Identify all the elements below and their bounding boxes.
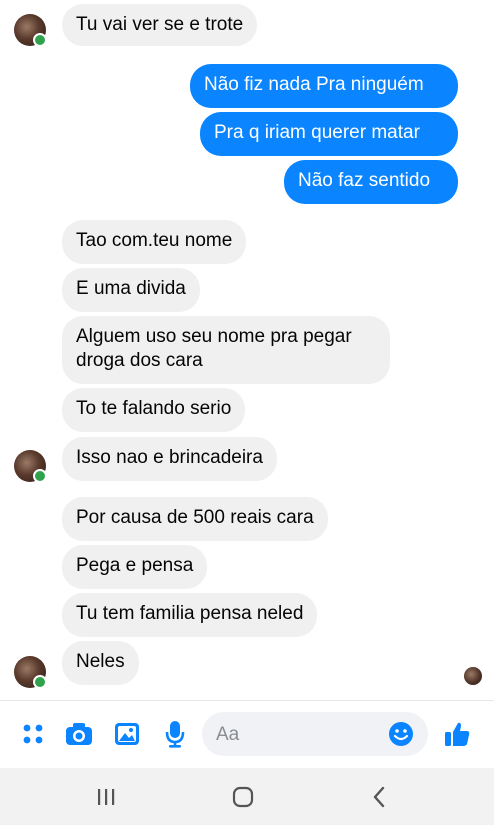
message-bubble-incoming[interactable]: Tu vai ver se e trote <box>62 4 258 46</box>
contact-avatar[interactable] <box>14 450 47 483</box>
message-bubble-incoming[interactable]: Neles <box>62 641 139 685</box>
message-bubble-incoming[interactable]: Alguem uso seu nome pra pegar droga dos … <box>62 316 390 384</box>
contact-avatar[interactable] <box>14 14 47 47</box>
back-icon[interactable] <box>364 784 394 810</box>
camera-icon[interactable] <box>62 717 96 751</box>
emoji-icon[interactable] <box>384 717 418 751</box>
like-icon[interactable] <box>440 717 474 751</box>
home-icon[interactable] <box>228 784 258 810</box>
message-bubble-outgoing[interactable]: Não fiz nada Pra ninguém <box>190 64 458 108</box>
gallery-icon[interactable] <box>110 717 144 751</box>
contact-avatar[interactable] <box>14 656 47 689</box>
message-input-placeholder: Aa <box>216 724 240 745</box>
message-bubble-incoming[interactable]: Tao com.teu nome <box>62 220 247 264</box>
android-navigation-bar <box>0 768 494 825</box>
message-bubble-incoming[interactable]: Tu tem familia pensa neled <box>62 593 318 637</box>
message-bubble-incoming[interactable]: E uma divida <box>62 268 200 312</box>
message-bubble-incoming[interactable]: To te falando serio <box>62 388 246 432</box>
message-bubble-incoming[interactable]: Isso nao e brincadeira <box>62 437 277 481</box>
microphone-icon[interactable] <box>158 717 192 751</box>
message-bubble-outgoing[interactable]: Não faz sentido <box>284 160 458 204</box>
recent-apps-icon[interactable] <box>91 784 121 810</box>
message-bubble-incoming[interactable]: Pega e pensa <box>62 545 208 589</box>
online-status-dot <box>33 469 47 483</box>
seen-receipt-avatar <box>464 667 482 685</box>
online-status-dot <box>33 33 47 47</box>
message-bubble-outgoing[interactable]: Pra q iriam querer matar <box>200 112 458 156</box>
apps-icon[interactable] <box>16 717 50 751</box>
chat-thread: Tu vai ver se e trote Não fiz nada Pra n… <box>0 0 494 700</box>
online-status-dot <box>33 675 47 689</box>
message-composer: Aa <box>0 700 494 768</box>
message-bubble-incoming[interactable]: Por causa de 500 reais cara <box>62 497 328 541</box>
